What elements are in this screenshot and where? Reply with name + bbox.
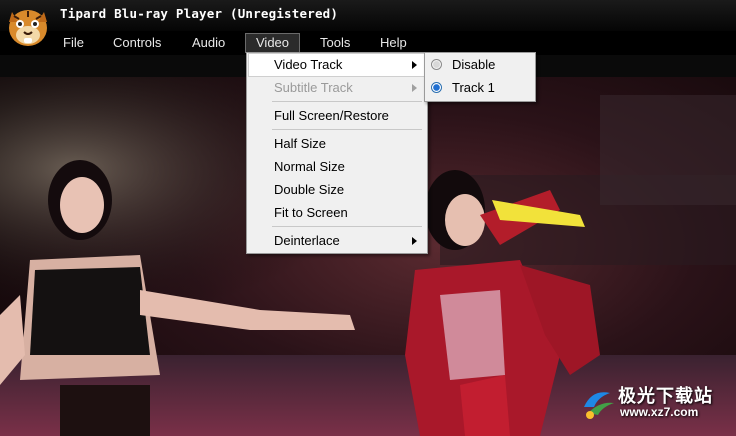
menu-tools[interactable]: Tools	[310, 34, 360, 52]
menu-item-double-size[interactable]: Double Size	[249, 179, 425, 201]
video-track-option-track-1[interactable]: Track 1	[427, 77, 533, 99]
window-title: Tipard Blu-ray Player (Unregistered)	[60, 6, 339, 21]
menu-help[interactable]: Help	[370, 34, 417, 52]
menu-separator	[272, 129, 422, 130]
submenu-arrow-icon	[412, 84, 417, 92]
site-watermark: 极光下载站 www.xz7.com	[578, 383, 728, 423]
menu-item-normal-size[interactable]: Normal Size	[249, 156, 425, 178]
title-bar: Tipard Blu-ray Player (Unregistered)	[0, 0, 736, 46]
menu-video[interactable]: Video	[245, 33, 301, 53]
video-menu-dropdown: Video Track Subtitle Track Full Screen/R…	[246, 52, 428, 254]
radio-selected-icon	[431, 82, 442, 93]
menu-audio[interactable]: Audio	[182, 34, 235, 52]
submenu-arrow-icon	[412, 61, 417, 69]
tiger-logo-icon	[9, 10, 47, 46]
menu-item-deinterlace[interactable]: Deinterlace	[249, 230, 425, 252]
submenu-arrow-icon	[412, 237, 417, 245]
menu-item-fit-to-screen[interactable]: Fit to Screen	[249, 202, 425, 224]
menu-item-full-screen[interactable]: Full Screen/Restore	[249, 105, 425, 127]
video-track-option-disable[interactable]: Disable	[427, 54, 533, 76]
watermark-url: www.xz7.com	[620, 405, 699, 419]
menu-item-subtitle-track: Subtitle Track	[249, 77, 425, 99]
menu-file[interactable]: File	[53, 34, 94, 52]
aurora-logo-icon	[584, 392, 614, 419]
radio-unselected-icon	[431, 59, 442, 70]
menu-separator	[272, 226, 422, 227]
menu-item-half-size[interactable]: Half Size	[249, 133, 425, 155]
menu-item-video-track[interactable]: Video Track	[248, 53, 426, 77]
menu-controls[interactable]: Controls	[103, 34, 171, 52]
video-track-submenu: Disable Track 1	[424, 52, 536, 102]
menu-separator	[272, 101, 422, 102]
